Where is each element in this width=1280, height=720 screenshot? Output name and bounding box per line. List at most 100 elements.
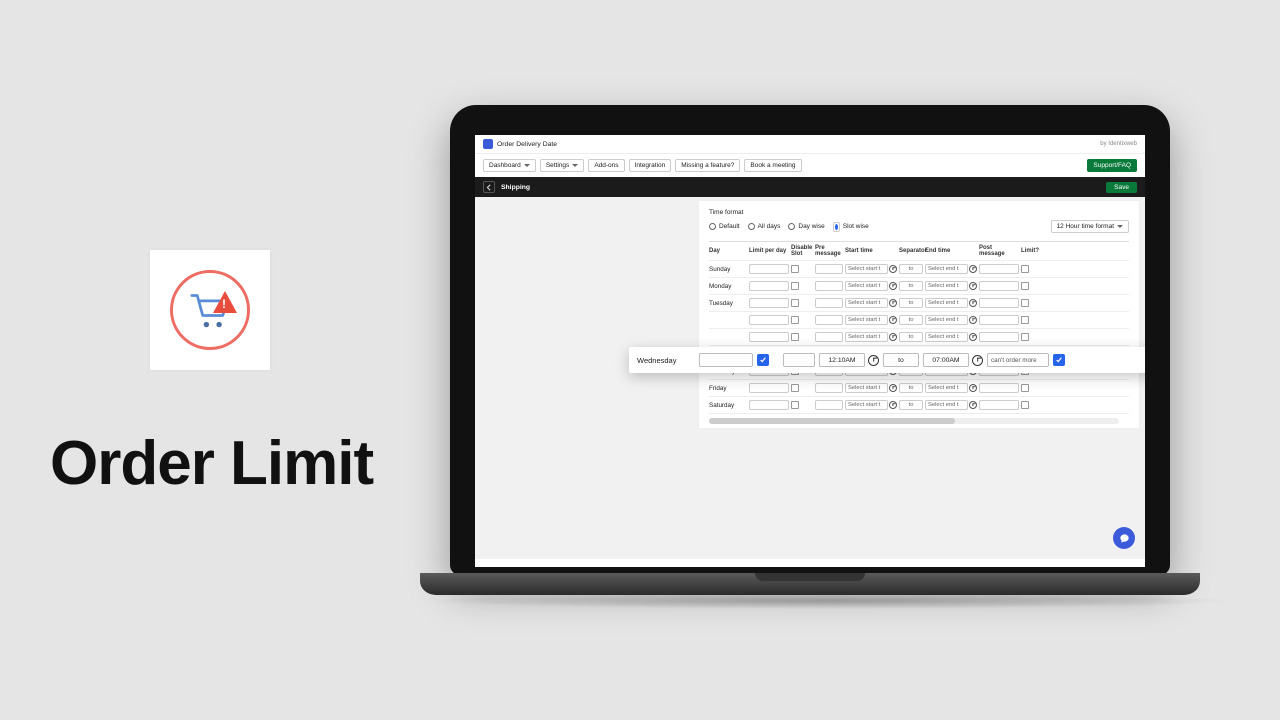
settings-button[interactable]: Settings xyxy=(540,159,585,172)
limit-checkbox[interactable] xyxy=(1021,333,1029,341)
end-select[interactable]: Select end t xyxy=(925,264,968,274)
time-format-label: Time format xyxy=(709,209,1129,216)
end-select[interactable]: Select end t xyxy=(925,383,968,393)
hl-post-input[interactable]: can't order more xyxy=(987,353,1049,367)
limit-checkbox[interactable] xyxy=(1021,401,1029,409)
save-button[interactable]: Save xyxy=(1106,182,1137,193)
start-select[interactable]: Select start t xyxy=(845,298,888,308)
app-name: Order Delivery Date xyxy=(497,141,557,148)
pre-input[interactable] xyxy=(815,264,843,274)
logo-card xyxy=(150,250,270,370)
pre-input[interactable] xyxy=(815,383,843,393)
radio-daywise[interactable]: Day wise xyxy=(788,223,824,230)
limit-checkbox[interactable] xyxy=(1021,299,1029,307)
end-select[interactable]: Select end t xyxy=(925,298,968,308)
disable-checkbox[interactable] xyxy=(791,401,799,409)
col-pre: Pre message xyxy=(815,245,843,257)
start-select[interactable]: Select start t xyxy=(845,383,888,393)
end-select[interactable]: Select end t xyxy=(925,400,968,410)
pre-input[interactable] xyxy=(815,298,843,308)
end-select[interactable]: Select end t xyxy=(925,332,968,342)
post-input[interactable] xyxy=(979,281,1019,291)
disable-checkbox[interactable] xyxy=(791,316,799,324)
limit-input[interactable] xyxy=(749,400,789,410)
start-select[interactable]: Select start t xyxy=(845,400,888,410)
limit-checkbox[interactable] xyxy=(1021,282,1029,290)
alert-icon xyxy=(213,291,237,313)
separator-input[interactable]: to xyxy=(899,315,923,325)
pre-input[interactable] xyxy=(815,400,843,410)
separator-input[interactable]: to xyxy=(899,281,923,291)
radio-slotwise[interactable]: Slot wise xyxy=(833,222,869,232)
horizontal-scrollbar[interactable] xyxy=(709,418,1119,424)
separator-input[interactable]: to xyxy=(899,332,923,342)
clock-icon xyxy=(889,316,897,324)
content-area: Time format Default All days Day wise Sl… xyxy=(475,197,1145,559)
pre-input[interactable] xyxy=(815,315,843,325)
limit-input[interactable] xyxy=(749,332,789,342)
limit-checkbox[interactable] xyxy=(1021,265,1029,273)
limit-input[interactable] xyxy=(749,281,789,291)
clock-icon xyxy=(969,384,977,392)
limit-checkbox[interactable] xyxy=(1021,384,1029,392)
post-input[interactable] xyxy=(979,383,1019,393)
time-format-button[interactable]: 12 Hour time format xyxy=(1051,220,1129,233)
separator-input[interactable]: to xyxy=(899,383,923,393)
post-input[interactable] xyxy=(979,400,1019,410)
disable-checkbox[interactable] xyxy=(791,299,799,307)
pre-input[interactable] xyxy=(815,281,843,291)
chat-button[interactable] xyxy=(1113,527,1135,549)
pre-input[interactable] xyxy=(815,332,843,342)
clock-icon xyxy=(972,355,983,366)
app-byline: by Identixweb xyxy=(1100,141,1137,147)
hl-separator[interactable]: to xyxy=(883,353,919,367)
limit-input[interactable] xyxy=(749,315,789,325)
start-select[interactable]: Select start t xyxy=(845,315,888,325)
missing-feature-button[interactable]: Missing a feature? xyxy=(675,159,740,172)
limit-checkbox[interactable] xyxy=(1021,316,1029,324)
day-cell: Sunday xyxy=(709,266,747,273)
post-input[interactable] xyxy=(979,315,1019,325)
start-select[interactable]: Select start t xyxy=(845,281,888,291)
radio-default[interactable]: Default xyxy=(709,223,740,230)
col-post: Post message xyxy=(979,245,1019,257)
limit-input[interactable] xyxy=(749,264,789,274)
limit-input[interactable] xyxy=(749,298,789,308)
separator-input[interactable]: to xyxy=(899,264,923,274)
book-meeting-button[interactable]: Book a meeting xyxy=(744,159,801,172)
separator-input[interactable]: to xyxy=(899,400,923,410)
hl-pre-input[interactable] xyxy=(783,353,815,367)
clock-icon xyxy=(969,333,977,341)
post-input[interactable] xyxy=(979,298,1019,308)
addons-button[interactable]: Add-ons xyxy=(588,159,624,172)
disable-checkbox[interactable] xyxy=(791,384,799,392)
back-button[interactable] xyxy=(483,181,495,193)
disable-checkbox[interactable] xyxy=(791,265,799,273)
dashboard-button[interactable]: Dashboard xyxy=(483,159,536,172)
post-input[interactable] xyxy=(979,332,1019,342)
slot-table: Day Limit per day Disable Slot Pre messa… xyxy=(709,241,1129,414)
clock-icon xyxy=(889,384,897,392)
clock-icon xyxy=(889,299,897,307)
start-select[interactable]: Select start t xyxy=(845,332,888,342)
start-select[interactable]: Select start t xyxy=(845,264,888,274)
hl-limit-input[interactable] xyxy=(699,353,753,367)
hl-disable-checkbox[interactable] xyxy=(757,354,769,366)
hl-end-select[interactable]: 07:00AM xyxy=(923,353,969,367)
integration-button[interactable]: Integration xyxy=(629,159,672,172)
end-select[interactable]: Select end t xyxy=(925,315,968,325)
end-select[interactable]: Select end t xyxy=(925,281,968,291)
clock-icon xyxy=(969,299,977,307)
radio-alldays[interactable]: All days xyxy=(748,223,781,230)
hl-limit-checkbox[interactable] xyxy=(1053,354,1065,366)
disable-checkbox[interactable] xyxy=(791,333,799,341)
limit-input[interactable] xyxy=(749,383,789,393)
chevron-down-icon xyxy=(1117,225,1123,228)
post-input[interactable] xyxy=(979,264,1019,274)
disable-checkbox[interactable] xyxy=(791,282,799,290)
support-button[interactable]: Support/FAQ xyxy=(1087,159,1137,172)
day-cell: Saturday xyxy=(709,402,747,409)
separator-input[interactable]: to xyxy=(899,298,923,308)
col-limit: Limit per day xyxy=(749,248,789,254)
hl-start-select[interactable]: 12:10AM xyxy=(819,353,865,367)
